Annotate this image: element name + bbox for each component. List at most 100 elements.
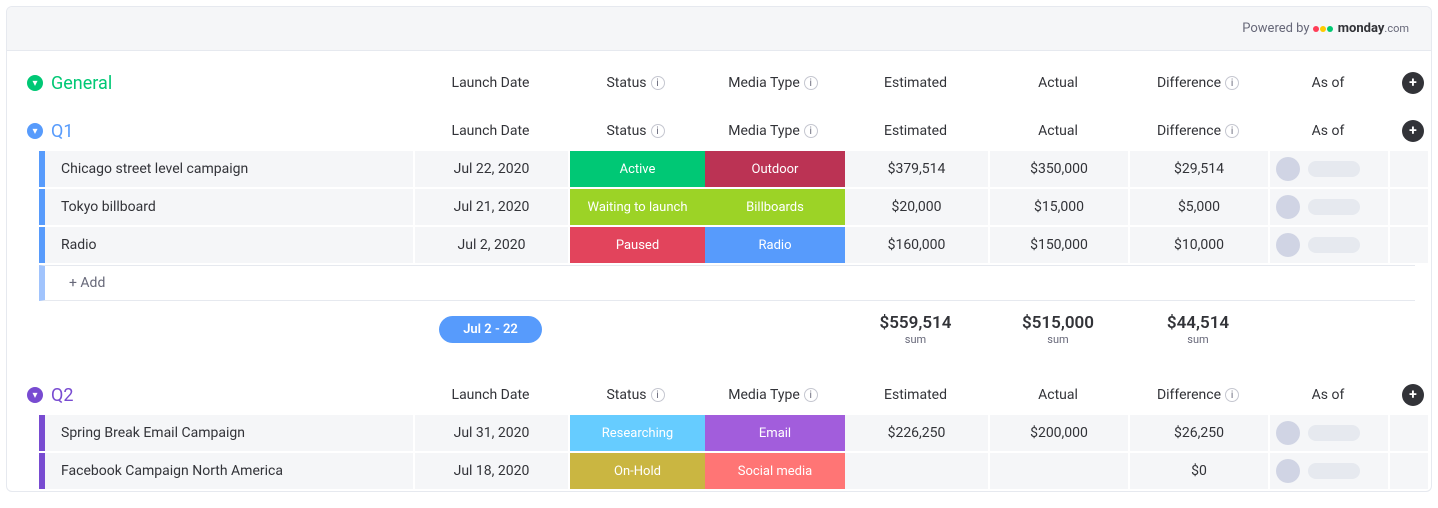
column-launch-date[interactable]: Launch Date	[413, 75, 568, 91]
column-difference[interactable]: Differencei	[1128, 387, 1268, 404]
as-of-cell[interactable]	[1270, 453, 1388, 489]
add-column-button[interactable]: +	[1402, 72, 1424, 94]
q1-rows: Chicago street level campaignJul 22, 202…	[23, 151, 1415, 263]
avatar-icon[interactable]	[1276, 421, 1300, 445]
skeleton-placeholder	[1308, 161, 1360, 177]
table-row[interactable]: RadioJul 2, 2020PausedRadio$160,000$150,…	[39, 227, 1415, 263]
table-row[interactable]: Tokyo billboardJul 21, 2020Waiting to la…	[39, 189, 1415, 225]
powered-by-bar: Powered by monday.com	[7, 7, 1431, 51]
info-icon[interactable]: i	[651, 388, 665, 402]
avatar-icon[interactable]	[1276, 157, 1300, 181]
monday-brand[interactable]: monday	[1338, 21, 1385, 36]
estimated-cell[interactable]	[845, 453, 988, 489]
estimated-cell[interactable]: $20,000	[845, 189, 988, 225]
date-range-pill[interactable]: Jul 2 - 22	[439, 316, 542, 343]
status-cell[interactable]: Active	[570, 151, 705, 187]
estimated-cell[interactable]: $160,000	[845, 227, 988, 263]
group-title[interactable]: Q1	[51, 121, 74, 142]
column-actual[interactable]: Actual	[988, 75, 1128, 91]
row-name[interactable]: Tokyo billboard	[39, 189, 413, 225]
avatar-icon[interactable]	[1276, 233, 1300, 257]
info-icon[interactable]: i	[804, 124, 818, 138]
add-column-button[interactable]: +	[1402, 384, 1424, 406]
info-icon[interactable]: i	[1225, 388, 1239, 402]
q2-rows: Spring Break Email CampaignJul 31, 2020R…	[23, 415, 1415, 489]
table-row[interactable]: Facebook Campaign North AmericaJul 18, 2…	[39, 453, 1415, 489]
chevron-down-icon[interactable]: ▾	[27, 123, 43, 139]
column-status[interactable]: Statusi	[568, 123, 703, 140]
difference-cell[interactable]: $26,250	[1130, 415, 1268, 451]
status-cell[interactable]: On-Hold	[570, 453, 705, 489]
as-of-cell[interactable]	[1270, 151, 1388, 187]
column-status[interactable]: Statusi	[568, 387, 703, 404]
q1-summary: Jul 2 - 22 $559,514sum $515,000sum $44,5…	[39, 305, 1415, 353]
difference-cell[interactable]: $5,000	[1130, 189, 1268, 225]
table-row[interactable]: Spring Break Email CampaignJul 31, 2020R…	[39, 415, 1415, 451]
estimated-cell[interactable]: $379,514	[845, 151, 988, 187]
actual-cell[interactable]	[990, 453, 1128, 489]
actual-cell[interactable]: $150,000	[990, 227, 1128, 263]
info-icon[interactable]: i	[804, 76, 818, 90]
group-title[interactable]: General	[51, 73, 112, 94]
column-as-of[interactable]: As of	[1268, 123, 1388, 139]
as-of-cell[interactable]	[1270, 415, 1388, 451]
actual-cell[interactable]: $15,000	[990, 189, 1128, 225]
media-type-cell[interactable]: Billboards	[705, 189, 845, 225]
column-actual[interactable]: Actual	[988, 123, 1128, 139]
launch-date-cell[interactable]: Jul 21, 2020	[415, 189, 568, 225]
launch-date-cell[interactable]: Jul 2, 2020	[415, 227, 568, 263]
column-launch-date[interactable]: Launch Date	[413, 387, 568, 403]
column-estimated[interactable]: Estimated	[843, 123, 988, 139]
group-q1: ▾ Q1 Launch Date Statusi Media Typei Est…	[7, 107, 1431, 357]
as-of-cell[interactable]	[1270, 227, 1388, 263]
group-title[interactable]: Q2	[51, 385, 74, 406]
info-icon[interactable]: i	[1225, 124, 1239, 138]
status-cell[interactable]: Paused	[570, 227, 705, 263]
row-name[interactable]: Radio	[39, 227, 413, 263]
launch-date-cell[interactable]: Jul 31, 2020	[415, 415, 568, 451]
media-type-cell[interactable]: Email	[705, 415, 845, 451]
actual-cell[interactable]: $350,000	[990, 151, 1128, 187]
chevron-down-icon[interactable]: ▾	[27, 387, 43, 403]
column-media-type[interactable]: Media Typei	[703, 387, 843, 404]
info-icon[interactable]: i	[651, 124, 665, 138]
column-as-of[interactable]: As of	[1268, 75, 1388, 91]
chevron-down-icon[interactable]: ▾	[27, 75, 43, 91]
column-actual[interactable]: Actual	[988, 387, 1128, 403]
row-name[interactable]: Spring Break Email Campaign	[39, 415, 413, 451]
column-as-of[interactable]: As of	[1268, 387, 1388, 403]
difference-cell[interactable]: $29,514	[1130, 151, 1268, 187]
row-name[interactable]: Facebook Campaign North America	[39, 453, 413, 489]
column-estimated[interactable]: Estimated	[843, 75, 988, 91]
column-difference[interactable]: Differencei	[1128, 123, 1268, 140]
info-icon[interactable]: i	[1225, 76, 1239, 90]
info-icon[interactable]: i	[651, 76, 665, 90]
info-icon[interactable]: i	[804, 388, 818, 402]
actual-cell[interactable]: $200,000	[990, 415, 1128, 451]
estimated-cell[interactable]: $226,250	[845, 415, 988, 451]
media-type-cell[interactable]: Radio	[705, 227, 845, 263]
media-type-cell[interactable]: Outdoor	[705, 151, 845, 187]
column-status[interactable]: Statusi	[568, 75, 703, 92]
status-cell[interactable]: Researching	[570, 415, 705, 451]
launch-date-cell[interactable]: Jul 22, 2020	[415, 151, 568, 187]
column-media-type[interactable]: Media Typei	[703, 123, 843, 140]
table-row[interactable]: Chicago street level campaignJul 22, 202…	[39, 151, 1415, 187]
row-end	[1390, 189, 1428, 225]
row-end	[1390, 415, 1428, 451]
status-cell[interactable]: Waiting to launch	[570, 189, 705, 225]
row-name[interactable]: Chicago street level campaign	[39, 151, 413, 187]
add-column-button[interactable]: +	[1402, 120, 1424, 142]
launch-date-cell[interactable]: Jul 18, 2020	[415, 453, 568, 489]
avatar-icon[interactable]	[1276, 459, 1300, 483]
column-difference[interactable]: Differencei	[1128, 75, 1268, 92]
media-type-cell[interactable]: Social media	[705, 453, 845, 489]
avatar-icon[interactable]	[1276, 195, 1300, 219]
column-launch-date[interactable]: Launch Date	[413, 123, 568, 139]
column-media-type[interactable]: Media Typei	[703, 75, 843, 92]
add-row-button[interactable]: + Add	[39, 265, 1415, 301]
as-of-cell[interactable]	[1270, 189, 1388, 225]
difference-cell[interactable]: $0	[1130, 453, 1268, 489]
column-estimated[interactable]: Estimated	[843, 387, 988, 403]
difference-cell[interactable]: $10,000	[1130, 227, 1268, 263]
